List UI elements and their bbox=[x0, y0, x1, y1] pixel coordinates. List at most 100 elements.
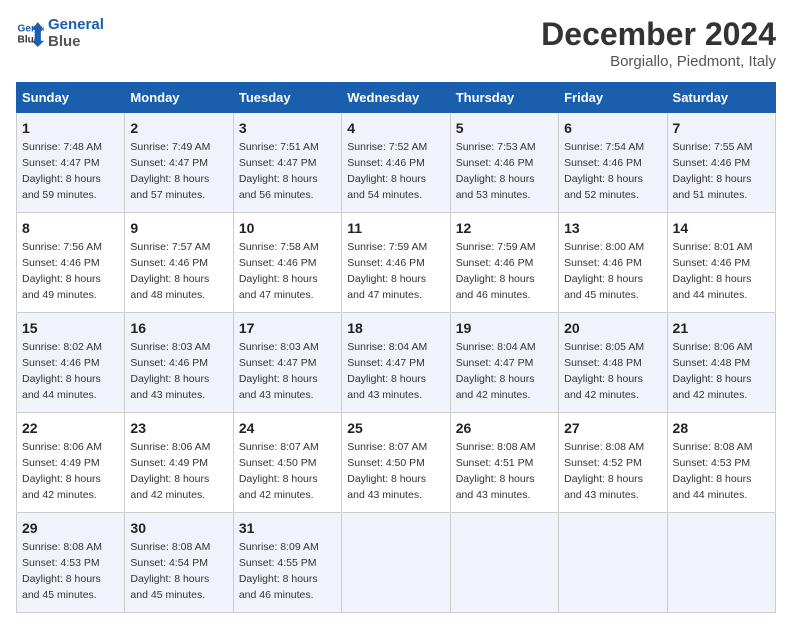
sunrise-info: Sunrise: 8:03 AMSunset: 4:46 PMDaylight:… bbox=[130, 341, 210, 401]
title-section: December 2024 Borgiallo, Piedmont, Italy bbox=[541, 16, 776, 70]
empty-cell bbox=[559, 513, 667, 613]
day-number: 25 bbox=[347, 418, 444, 438]
day-number: 15 bbox=[22, 318, 119, 338]
sunrise-info: Sunrise: 7:58 AMSunset: 4:46 PMDaylight:… bbox=[239, 241, 319, 301]
day-cell-22: 22 Sunrise: 8:06 AMSunset: 4:49 PMDayligh… bbox=[17, 413, 125, 513]
day-cell-27: 27 Sunrise: 8:08 AMSunset: 4:52 PMDayligh… bbox=[559, 413, 667, 513]
day-number: 2 bbox=[130, 118, 227, 138]
empty-cell bbox=[342, 513, 450, 613]
sunrise-info: Sunrise: 8:04 AMSunset: 4:47 PMDaylight:… bbox=[456, 341, 536, 401]
sunrise-info: Sunrise: 7:54 AMSunset: 4:46 PMDaylight:… bbox=[564, 141, 644, 201]
day-cell-25: 25 Sunrise: 8:07 AMSunset: 4:50 PMDayligh… bbox=[342, 413, 450, 513]
sunrise-info: Sunrise: 8:02 AMSunset: 4:46 PMDaylight:… bbox=[22, 341, 102, 401]
sunrise-info: Sunrise: 8:07 AMSunset: 4:50 PMDaylight:… bbox=[239, 441, 319, 501]
sunrise-info: Sunrise: 8:01 AMSunset: 4:46 PMDaylight:… bbox=[673, 241, 753, 301]
calendar-table: SundayMondayTuesdayWednesdayThursdayFrid… bbox=[16, 82, 776, 613]
day-number: 12 bbox=[456, 218, 553, 238]
day-number: 5 bbox=[456, 118, 553, 138]
day-cell-29: 29 Sunrise: 8:08 AMSunset: 4:53 PMDayligh… bbox=[17, 513, 125, 613]
page-header: General Blue General Blue December 2024 … bbox=[16, 16, 776, 70]
sunrise-info: Sunrise: 7:51 AMSunset: 4:47 PMDaylight:… bbox=[239, 141, 319, 201]
day-cell-2: 2Sunrise: 7:49 AMSunset: 4:47 PMDaylight… bbox=[125, 113, 233, 213]
day-cell-21: 21 Sunrise: 8:06 AMSunset: 4:48 PMDayligh… bbox=[667, 313, 775, 413]
day-number: 26 bbox=[456, 418, 553, 438]
day-number: 11 bbox=[347, 218, 444, 238]
day-cell-3: 3 Sunrise: 7:51 AMSunset: 4:47 PMDaylight… bbox=[233, 113, 341, 213]
day-number: 23 bbox=[130, 418, 227, 438]
sunrise-info: Sunrise: 7:48 AMSunset: 4:47 PMDaylight:… bbox=[22, 141, 102, 201]
day-cell-7: 7 Sunrise: 7:55 AMSunset: 4:46 PMDaylight… bbox=[667, 113, 775, 213]
sunrise-info: Sunrise: 8:07 AMSunset: 4:50 PMDaylight:… bbox=[347, 441, 427, 501]
sunrise-info: Sunrise: 8:08 AMSunset: 4:51 PMDaylight:… bbox=[456, 441, 536, 501]
day-number: 1 bbox=[22, 118, 119, 138]
day-number: 14 bbox=[673, 218, 770, 238]
day-number: 29 bbox=[22, 518, 119, 538]
sunrise-info: Sunrise: 8:08 AMSunset: 4:53 PMDaylight:… bbox=[673, 441, 753, 501]
day-cell-10: 10 Sunrise: 7:58 AMSunset: 4:46 PMDayligh… bbox=[233, 213, 341, 313]
sunrise-info: Sunrise: 8:00 AMSunset: 4:46 PMDaylight:… bbox=[564, 241, 644, 301]
day-number: 16 bbox=[130, 318, 227, 338]
day-cell-4: 4Sunrise: 7:52 AMSunset: 4:46 PMDaylight… bbox=[342, 113, 450, 213]
day-cell-17: 17 Sunrise: 8:03 AMSunset: 4:47 PMDayligh… bbox=[233, 313, 341, 413]
day-cell-30: 30 Sunrise: 8:08 AMSunset: 4:54 PMDayligh… bbox=[125, 513, 233, 613]
empty-cell bbox=[450, 513, 558, 613]
weekday-header-sunday: Sunday bbox=[17, 83, 125, 113]
day-number: 17 bbox=[239, 318, 336, 338]
sunrise-info: Sunrise: 8:06 AMSunset: 4:49 PMDaylight:… bbox=[130, 441, 210, 501]
day-number: 6 bbox=[564, 118, 661, 138]
sunrise-info: Sunrise: 8:03 AMSunset: 4:47 PMDaylight:… bbox=[239, 341, 319, 401]
sunrise-info: Sunrise: 8:06 AMSunset: 4:49 PMDaylight:… bbox=[22, 441, 102, 501]
sunrise-info: Sunrise: 8:08 AMSunset: 4:54 PMDaylight:… bbox=[130, 541, 210, 601]
week-row-3: 15 Sunrise: 8:02 AMSunset: 4:46 PMDayligh… bbox=[17, 313, 776, 413]
day-cell-16: 16 Sunrise: 8:03 AMSunset: 4:46 PMDayligh… bbox=[125, 313, 233, 413]
day-number: 3 bbox=[239, 118, 336, 138]
day-cell-11: 11Sunrise: 7:59 AMSunset: 4:46 PMDayligh… bbox=[342, 213, 450, 313]
day-cell-15: 15 Sunrise: 8:02 AMSunset: 4:46 PMDayligh… bbox=[17, 313, 125, 413]
sunrise-info: Sunrise: 7:56 AMSunset: 4:46 PMDaylight:… bbox=[22, 241, 102, 301]
day-cell-8: 8 Sunrise: 7:56 AMSunset: 4:46 PMDaylight… bbox=[17, 213, 125, 313]
day-number: 30 bbox=[130, 518, 227, 538]
week-row-5: 29 Sunrise: 8:08 AMSunset: 4:53 PMDayligh… bbox=[17, 513, 776, 613]
sunrise-info: Sunrise: 7:59 AMSunset: 4:46 PMDaylight:… bbox=[456, 241, 536, 301]
day-number: 21 bbox=[673, 318, 770, 338]
day-number: 8 bbox=[22, 218, 119, 238]
sunrise-info: Sunrise: 7:55 AMSunset: 4:46 PMDaylight:… bbox=[673, 141, 753, 201]
day-cell-6: 6 Sunrise: 7:54 AMSunset: 4:46 PMDaylight… bbox=[559, 113, 667, 213]
empty-cell bbox=[667, 513, 775, 613]
day-cell-24: 24Sunrise: 8:07 AMSunset: 4:50 PMDayligh… bbox=[233, 413, 341, 513]
day-cell-23: 23 Sunrise: 8:06 AMSunset: 4:49 PMDayligh… bbox=[125, 413, 233, 513]
weekday-header-tuesday: Tuesday bbox=[233, 83, 341, 113]
day-number: 10 bbox=[239, 218, 336, 238]
day-number: 31 bbox=[239, 518, 336, 538]
sunrise-info: Sunrise: 7:57 AMSunset: 4:46 PMDaylight:… bbox=[130, 241, 210, 301]
day-number: 27 bbox=[564, 418, 661, 438]
day-number: 22 bbox=[22, 418, 119, 438]
day-cell-18: 18Sunrise: 8:04 AMSunset: 4:47 PMDayligh… bbox=[342, 313, 450, 413]
sunrise-info: Sunrise: 8:06 AMSunset: 4:48 PMDaylight:… bbox=[673, 341, 753, 401]
day-number: 7 bbox=[673, 118, 770, 138]
day-cell-19: 19Sunrise: 8:04 AMSunset: 4:47 PMDayligh… bbox=[450, 313, 558, 413]
weekday-header-monday: Monday bbox=[125, 83, 233, 113]
logo-general: General bbox=[48, 16, 104, 33]
logo: General Blue General Blue bbox=[16, 16, 104, 50]
day-cell-26: 26 Sunrise: 8:08 AMSunset: 4:51 PMDayligh… bbox=[450, 413, 558, 513]
subtitle: Borgiallo, Piedmont, Italy bbox=[541, 53, 776, 70]
logo-icon: General Blue bbox=[16, 19, 44, 47]
day-cell-31: 31 Sunrise: 8:09 AMSunset: 4:55 PMDayligh… bbox=[233, 513, 341, 613]
sunrise-info: Sunrise: 8:08 AMSunset: 4:52 PMDaylight:… bbox=[564, 441, 644, 501]
day-cell-13: 13Sunrise: 8:00 AMSunset: 4:46 PMDayligh… bbox=[559, 213, 667, 313]
sunrise-info: Sunrise: 7:53 AMSunset: 4:46 PMDaylight:… bbox=[456, 141, 536, 201]
day-cell-5: 5 Sunrise: 7:53 AMSunset: 4:46 PMDaylight… bbox=[450, 113, 558, 213]
main-title: December 2024 bbox=[541, 16, 776, 53]
sunrise-info: Sunrise: 8:09 AMSunset: 4:55 PMDaylight:… bbox=[239, 541, 319, 601]
day-number: 28 bbox=[673, 418, 770, 438]
sunrise-info: Sunrise: 8:08 AMSunset: 4:53 PMDaylight:… bbox=[22, 541, 102, 601]
week-row-4: 22 Sunrise: 8:06 AMSunset: 4:49 PMDayligh… bbox=[17, 413, 776, 513]
weekday-header-saturday: Saturday bbox=[667, 83, 775, 113]
sunrise-info: Sunrise: 8:04 AMSunset: 4:47 PMDaylight:… bbox=[347, 341, 427, 401]
week-row-1: 1 Sunrise: 7:48 AMSunset: 4:47 PMDaylight… bbox=[17, 113, 776, 213]
weekday-header-wednesday: Wednesday bbox=[342, 83, 450, 113]
weekday-header-friday: Friday bbox=[559, 83, 667, 113]
day-cell-12: 12 Sunrise: 7:59 AMSunset: 4:46 PMDayligh… bbox=[450, 213, 558, 313]
weekday-header-thursday: Thursday bbox=[450, 83, 558, 113]
